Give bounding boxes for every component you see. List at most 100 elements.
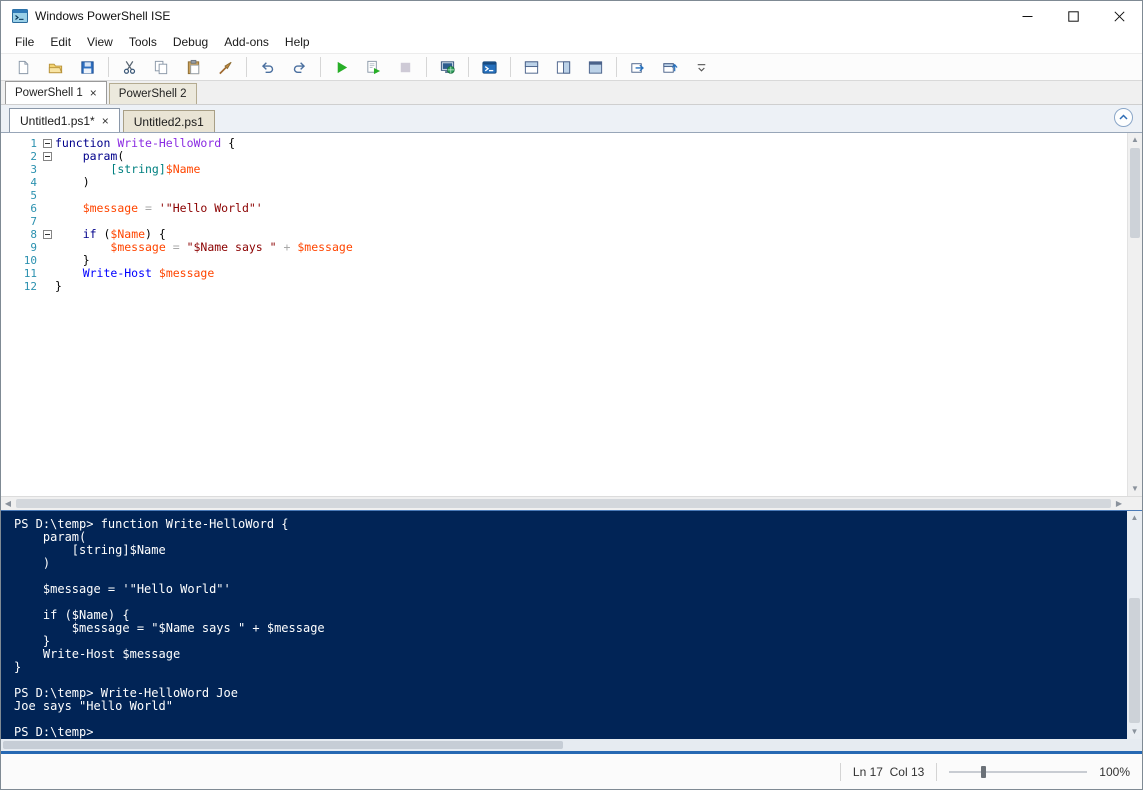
- console-scroll-up-icon[interactable]: ▲: [1127, 511, 1142, 525]
- zoom-slider[interactable]: [949, 763, 1088, 781]
- code-text[interactable]: $message = "$Name says " + $message: [55, 240, 352, 254]
- editor-horizontal-scrollbar[interactable]: ◀ ▶: [1, 496, 1142, 510]
- undo-button[interactable]: [253, 55, 281, 79]
- code-text[interactable]: ): [55, 176, 90, 189]
- menu-item-add-ons[interactable]: Add-ons: [216, 32, 277, 52]
- redo-button[interactable]: [285, 55, 313, 79]
- menu-item-help[interactable]: Help: [277, 32, 318, 52]
- powershell-tab-2[interactable]: PowerShell 2: [108, 83, 197, 104]
- toolbar-separator: [510, 57, 511, 77]
- editor-vscroll-thumb[interactable]: [1130, 148, 1140, 238]
- scroll-up-icon[interactable]: ▲: [1128, 133, 1142, 147]
- code-text[interactable]: $message = '"Hello World"': [55, 202, 263, 215]
- toolbar-overflow-icon: [697, 63, 705, 72]
- powershell-tab-1[interactable]: PowerShell 1 ×: [5, 81, 107, 104]
- run-selection-button[interactable]: [359, 55, 387, 79]
- scroll-left-icon[interactable]: ◀: [1, 497, 15, 510]
- scroll-down-icon[interactable]: ▼: [1128, 482, 1142, 496]
- collapse-script-pane-button[interactable]: [1114, 108, 1133, 127]
- powershell-ise-window: Windows PowerShell ISE File Edit View Tools…: [0, 0, 1143, 790]
- toolbar-overflow-button[interactable]: [687, 55, 715, 79]
- show-command-window-button[interactable]: [623, 55, 651, 79]
- console-line: $message = "$Name says " + $message: [14, 621, 325, 635]
- clear-console-button[interactable]: [211, 55, 239, 79]
- fold-collapse-button[interactable]: [39, 137, 55, 150]
- editor-hscroll-thumb[interactable]: [16, 499, 1111, 508]
- fold-collapse-button[interactable]: [39, 228, 55, 241]
- fold-collapse-button[interactable]: [39, 150, 55, 163]
- menu-bar: File Edit View Tools Debug Add-ons Help: [1, 31, 1142, 53]
- app-window-icon: [12, 9, 28, 23]
- console-vscroll-thumb[interactable]: [1129, 598, 1140, 723]
- minimize-button[interactable]: [1004, 1, 1050, 31]
- console-pane[interactable]: PS D:\temp> function Write-HelloWord { p…: [1, 510, 1142, 739]
- stop-operation-button[interactable]: [391, 55, 419, 79]
- new-remote-powershell-tab-button[interactable]: [433, 55, 461, 79]
- tab-close-icon[interactable]: ×: [102, 115, 109, 127]
- toolbar: [1, 53, 1142, 81]
- line-number: 2: [30, 150, 37, 163]
- line-number: 10: [23, 254, 37, 267]
- copy-button[interactable]: [147, 55, 175, 79]
- console-line: ): [14, 556, 51, 570]
- menu-item-tools[interactable]: Tools: [121, 32, 165, 52]
- tab-close-icon[interactable]: ×: [90, 87, 97, 99]
- open-script-button[interactable]: [41, 55, 69, 79]
- token-op: =: [165, 240, 187, 254]
- zoom-slider-thumb[interactable]: [981, 765, 987, 778]
- console-line: Joe says "Hello World": [14, 699, 173, 713]
- script-pane-max-button[interactable]: [581, 55, 609, 79]
- script-pane-top-button[interactable]: [517, 55, 545, 79]
- script-file-tab-1[interactable]: Untitled1.ps1* ×: [9, 108, 120, 132]
- console-horizontal-scrollbar[interactable]: [1, 739, 1142, 751]
- scroll-right-icon[interactable]: ▶: [1112, 497, 1126, 510]
- toolbar-separator: [468, 57, 469, 77]
- menu-item-debug[interactable]: Debug: [165, 32, 216, 52]
- console-output: PS D:\temp> function Write-HelloWord { p…: [1, 511, 1142, 739]
- editor-vertical-scrollbar[interactable]: ▲ ▼: [1127, 133, 1142, 496]
- token-kw: function: [55, 136, 111, 150]
- zoom-slider-track: [949, 770, 1088, 773]
- editor-line: 11 Write-Host $message: [1, 266, 1142, 281]
- console-line: PS D:\temp> function Write-HelloWord {: [14, 517, 289, 531]
- code-text[interactable]: Write-Host $message: [55, 266, 215, 280]
- script-pane-right-button[interactable]: [549, 55, 577, 79]
- menu-item-edit[interactable]: Edit: [42, 32, 79, 52]
- close-button[interactable]: [1096, 1, 1142, 31]
- token-var: $Name: [165, 162, 201, 176]
- stop-operation-icon: [400, 62, 410, 72]
- token-str: '"Hello World"': [158, 201, 263, 215]
- token-kw: if: [82, 227, 97, 241]
- code-text[interactable]: }: [55, 280, 62, 293]
- chevron-up-icon: [1119, 114, 1128, 120]
- minimize-icon: [1022, 15, 1032, 17]
- menu-item-view[interactable]: View: [79, 32, 121, 52]
- run-script-button[interactable]: [327, 55, 355, 79]
- console-line: $message = '"Hello World"': [14, 582, 231, 596]
- powershell-ise-app-icon[interactable]: [11, 7, 29, 25]
- cut-button[interactable]: [115, 55, 143, 79]
- console-hscroll-thumb[interactable]: [3, 741, 563, 749]
- menu-item-file[interactable]: File: [7, 32, 42, 52]
- script-file-tab-2[interactable]: Untitled2.ps1: [122, 110, 215, 132]
- fold-gutter: [39, 189, 55, 202]
- script-pane-top-icon: [524, 60, 538, 74]
- save-script-button[interactable]: [73, 55, 101, 79]
- console-scroll-down-icon[interactable]: ▼: [1127, 725, 1142, 739]
- start-powershell-button[interactable]: [475, 55, 503, 79]
- show-script-pane-button[interactable]: [655, 55, 683, 79]
- powershell-tab-bar: PowerShell 1 × PowerShell 2: [1, 81, 1142, 105]
- maximize-button[interactable]: [1050, 1, 1096, 31]
- editor-line: 4 ): [1, 176, 1142, 190]
- status-separator: [839, 762, 841, 781]
- new-script-button[interactable]: [9, 55, 37, 79]
- script-editor[interactable]: 1 function Write-HelloWord {2 param(3 [st…: [1, 132, 1142, 496]
- console-vertical-scrollbar[interactable]: ▲ ▼: [1127, 511, 1142, 739]
- paste-button[interactable]: [179, 55, 207, 79]
- token-type: [string]: [110, 162, 166, 176]
- console-line: param(: [14, 530, 87, 544]
- script-file-tab-label: Untitled2.ps1: [133, 114, 204, 129]
